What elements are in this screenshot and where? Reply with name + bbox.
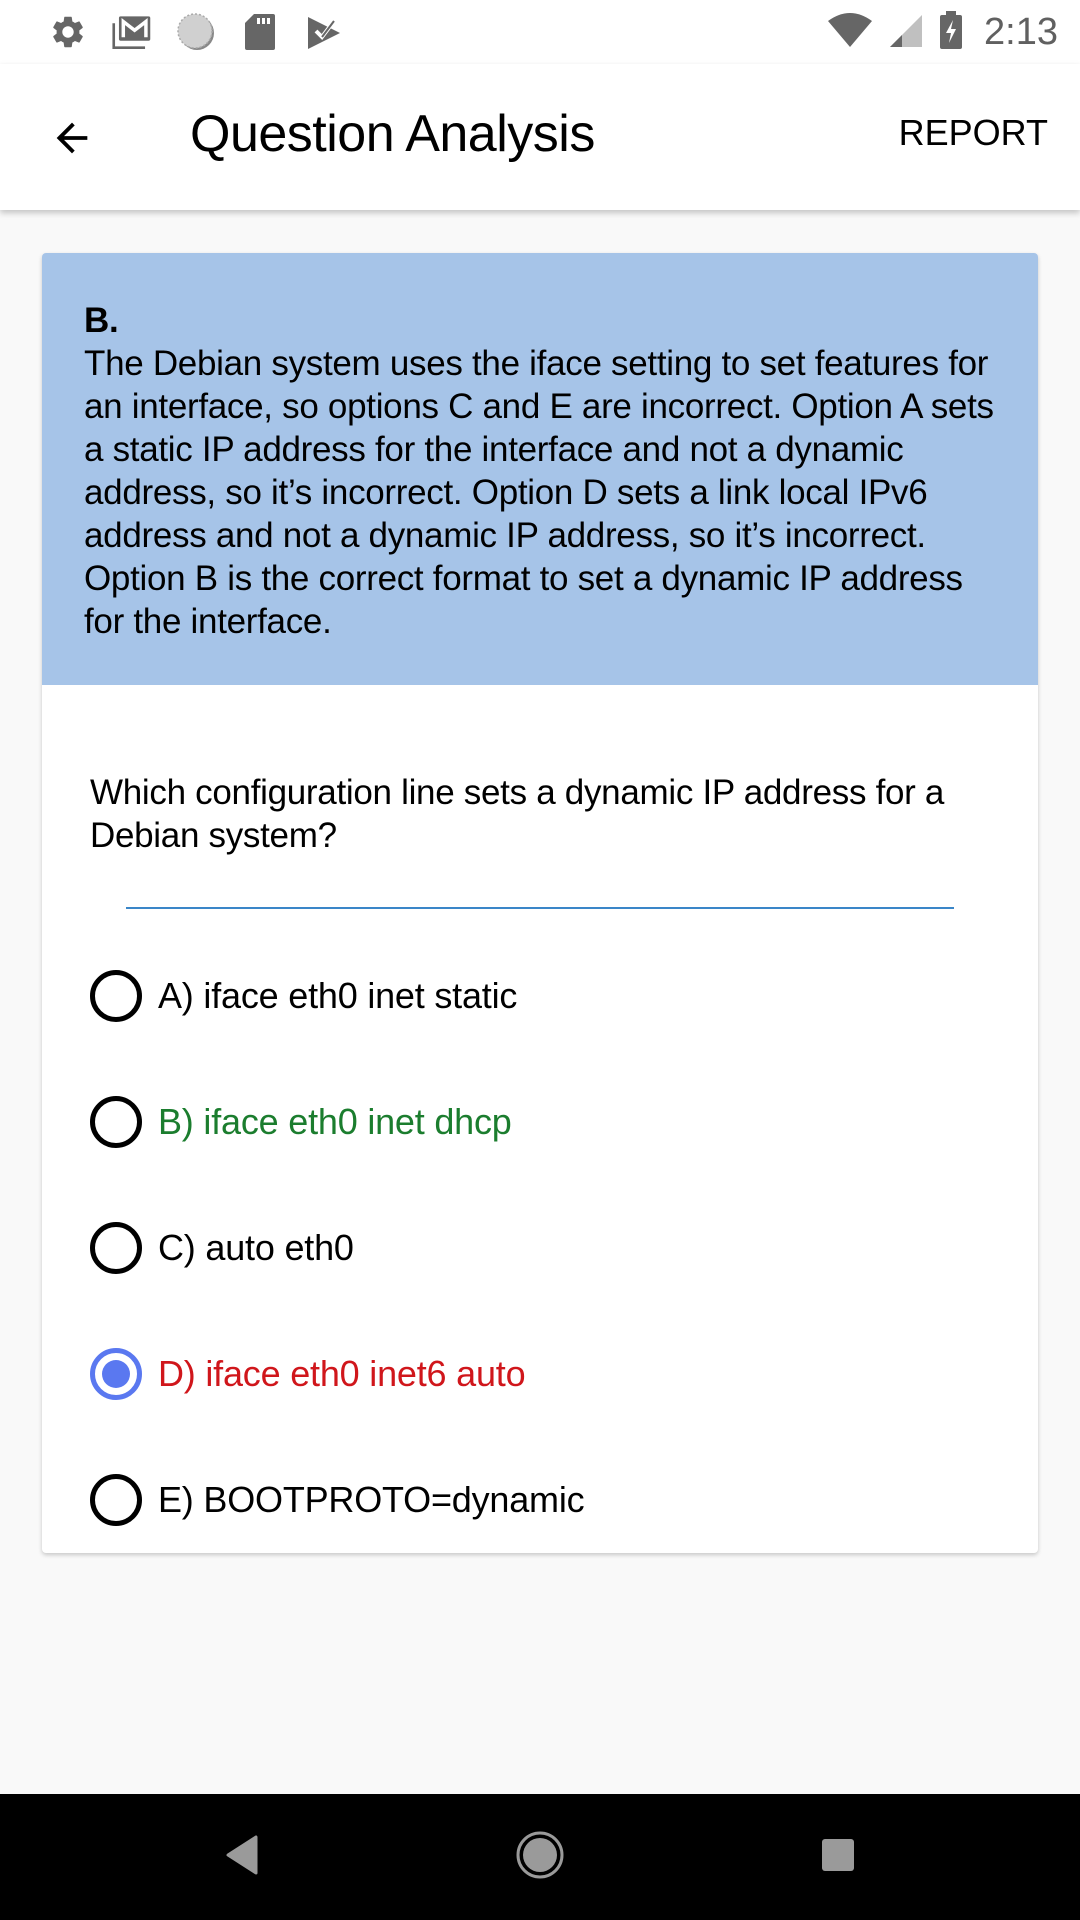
report-button[interactable]: REPORT xyxy=(899,112,1048,154)
nav-recents-button[interactable] xyxy=(808,1832,868,1882)
status-bar: 2:13 xyxy=(0,0,1080,64)
clock: 2:13 xyxy=(984,10,1058,53)
option-label: C) auto eth0 xyxy=(158,1227,354,1268)
explanation-text: The Debian system uses the iface setting… xyxy=(84,344,994,641)
explanation-panel: B. The Debian system uses the iface sett… xyxy=(42,253,1038,685)
page-title: Question Analysis xyxy=(190,105,595,163)
option-d[interactable]: D) iface eth0 inet6 auto xyxy=(42,1311,1038,1437)
option-label: A) iface eth0 inet static xyxy=(158,975,518,1016)
radio-dot xyxy=(102,1360,130,1388)
divider xyxy=(126,907,954,909)
radio-button[interactable] xyxy=(90,970,142,1022)
answer-options: A) iface eth0 inet static B) iface eth0 … xyxy=(42,933,1038,1553)
radio-button[interactable] xyxy=(90,1096,142,1148)
option-a[interactable]: A) iface eth0 inet static xyxy=(42,933,1038,1059)
option-label: D) iface eth0 inet6 auto xyxy=(158,1353,526,1394)
notification-icons xyxy=(48,12,344,52)
option-c[interactable]: C) auto eth0 xyxy=(42,1185,1038,1311)
arrow-back-icon xyxy=(49,115,95,166)
settings-icon xyxy=(48,12,88,52)
cell-signal-icon xyxy=(886,11,926,54)
nav-back-icon xyxy=(224,1835,260,1880)
wifi-icon xyxy=(826,11,874,54)
sync-icon xyxy=(176,12,216,52)
system-status: 2:13 xyxy=(826,10,1058,55)
app-bar: Question Analysis REPORT xyxy=(0,64,1080,210)
option-label: B) iface eth0 inet dhcp xyxy=(158,1101,512,1142)
tasks-check-icon xyxy=(304,12,344,52)
option-e[interactable]: E) BOOTPROTO=dynamic xyxy=(42,1437,1038,1553)
question-text: Which configuration line sets a dynamic … xyxy=(90,773,945,855)
back-button[interactable] xyxy=(44,112,100,168)
nav-home-button[interactable] xyxy=(510,1830,570,1885)
radio-button-selected[interactable] xyxy=(90,1348,142,1400)
battery-charging-icon xyxy=(938,10,964,55)
gmail-icon xyxy=(112,12,152,52)
navigation-bar xyxy=(0,1794,1080,1920)
option-label: E) BOOTPROTO=dynamic xyxy=(158,1479,585,1520)
correct-answer-label: B. xyxy=(84,301,119,340)
question-card: B. The Debian system uses the iface sett… xyxy=(42,253,1038,1553)
sd-card-icon xyxy=(240,12,280,52)
nav-back-button[interactable] xyxy=(212,1832,272,1882)
nav-home-icon xyxy=(515,1830,565,1885)
radio-button[interactable] xyxy=(90,1222,142,1274)
radio-button[interactable] xyxy=(90,1474,142,1526)
nav-recents-icon xyxy=(820,1837,856,1878)
option-b[interactable]: B) iface eth0 inet dhcp xyxy=(42,1059,1038,1185)
